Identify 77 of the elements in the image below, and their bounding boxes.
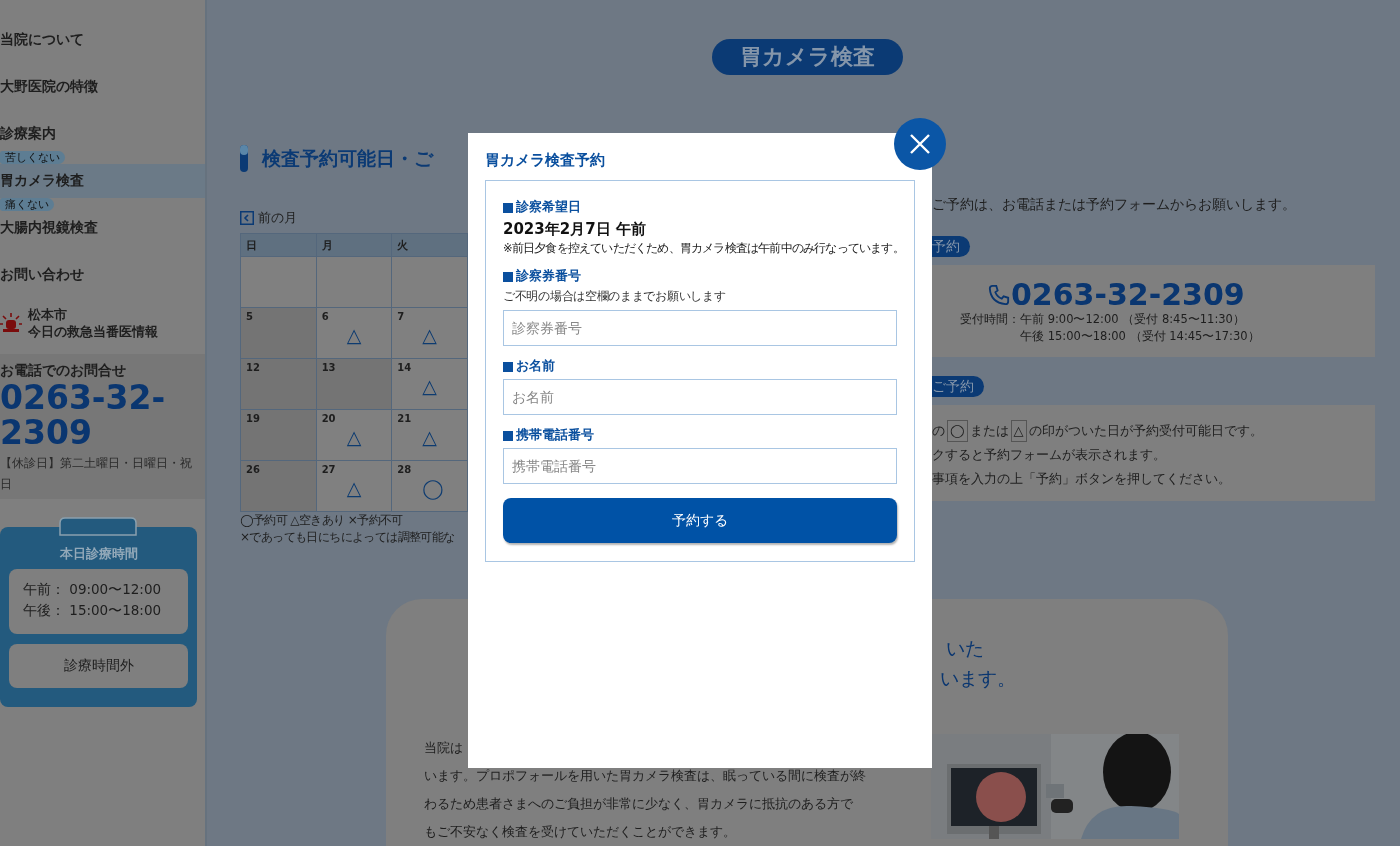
nav-item[interactable]: 当院について [0,23,205,57]
instruction-text: 事項を入力の上「予約」ボタンを押してください。 [932,470,1232,488]
nav-item[interactable]: お問い合わせ [0,258,205,292]
tag-bubble: 痛くない [0,198,54,211]
date-value: 2023年2月7日 午前 [503,220,647,239]
section-label: ご予約 [932,376,984,397]
nav-item[interactable]: 大野医院の特徴 [0,70,205,104]
weekday-header: 火 [392,234,468,257]
instruction-text: クすると予約フォームが表示されます。 [932,446,1167,464]
legend-text: ×であっても日にちによっては調整可能な [240,529,456,546]
calendar-cell: 19 [241,410,317,461]
hours-title: 本日診療時間 [58,546,139,563]
instruction-text: の印がついた日が予約受付可能日です。 [1028,422,1263,440]
square-icon [503,202,513,213]
calendar-cell: 12 [241,359,317,410]
intro-text: ご予約は、お電話または予約フォームからお願いします。 [932,196,1297,214]
section-heading: 検査予約可能日・ご [262,145,433,171]
page-title: 胃カメラ検査 [711,39,903,75]
section-label: 予約 [932,236,970,257]
calendar-cell[interactable]: 28 ◯ [392,461,468,512]
emergency-link[interactable]: 松本市 今日の救急当番医情報 [28,306,158,340]
calendar-cell[interactable]: 14 △ [392,359,468,410]
input-field[interactable]: お名前 [503,379,897,415]
paragraph-text: わるため患者さまへのご負担が非常に少なく、胃カメラに抵抗のある方で [424,795,854,813]
paragraph-text: います。プロポフォールを用いた胃カメラ検査は、眠っている間に検査が終 [424,767,867,785]
calendar-cell: 5 [241,308,317,359]
nav-item[interactable]: 大腸内視鏡検査 [0,211,205,245]
square-icon [503,430,513,441]
nav-item[interactable]: 診療案内 [0,117,205,151]
phone-heading: お電話でのお問合せ [0,362,127,380]
hours-row-text: 午後： 15:00〜18:00 [23,601,163,620]
paragraph-text: 当院は [424,739,463,757]
note-text: ※前日夕食を控えていただくため、胃カメラ検査は午前中のみ行なっています。 [503,241,897,256]
instruction-text: または [969,422,1009,440]
paragraph-text: もご不安なく検査を受けていただくことができます。 [424,823,737,841]
submit-button[interactable]: 予約する [503,498,897,543]
square-icon [503,361,513,372]
feature-heading: います。 [940,666,1017,691]
input-field[interactable]: 携帯電話番号 [503,448,897,484]
instruction-text: の [932,422,945,440]
phone-number[interactable]: 0263-32-2309 [0,380,190,450]
hours-row-text: 午前： 09:00〜12:00 [23,580,163,599]
hours-line: 午後 15:00〜18:00 （受付 14:45〜17:30） [1020,328,1260,345]
calendar-cell[interactable]: 21 △ [392,410,468,461]
calendar-cell[interactable]: 20 △ [316,410,393,461]
calendar-cell[interactable]: 7 △ [392,308,468,359]
feature-heading: いた [946,636,985,661]
legend-text: ◯予約可 △空きあり ×予約不可 [240,512,404,529]
siren-icon [0,312,22,334]
hint-text: ご不明の場合は空欄のままでお願いします [503,289,727,304]
chevron-left-icon [240,211,254,225]
calendar-cell: 13 [316,359,393,410]
field-label: 診察希望日 [516,199,581,216]
field-label: お名前 [516,358,555,375]
nav-item[interactable]: 胃カメラ検査 [0,164,205,198]
mark-symbol: ◯ [947,420,968,442]
input-field[interactable]: 診察券番号 [503,310,897,346]
holiday-text: 【休診日】第二土曜日・日曜日・祝日 [0,455,193,493]
phone-icon [988,284,1010,306]
square-icon [503,271,513,282]
field-label: 携帯電話番号 [516,427,594,444]
mark-symbol: △ [1010,420,1027,442]
phone-number[interactable]: 0263-32-2309 [1011,279,1245,311]
field-label: 診察券番号 [516,268,581,285]
prev-month-link[interactable]: 前の月 [240,209,467,227]
weekday-header: 日 [241,234,317,257]
weekday-header: 月 [316,234,393,257]
tag-bubble: 苦しくない [0,151,65,164]
calendar-cell[interactable]: 6 △ [316,308,393,359]
calendar-cell: 26 [241,461,317,512]
bar-icon [240,145,248,172]
calendar-cell[interactable]: 27 △ [316,461,393,512]
hours-label: 受付時間： [960,311,1020,328]
close-icon [909,133,931,155]
hours-status: 診療時間外 [9,644,188,688]
hours-line: 午前 9:00〜12:00 （受付 8:45〜11:30） [1020,311,1246,328]
modal-title: 胃カメラ検査予約 [485,151,606,170]
